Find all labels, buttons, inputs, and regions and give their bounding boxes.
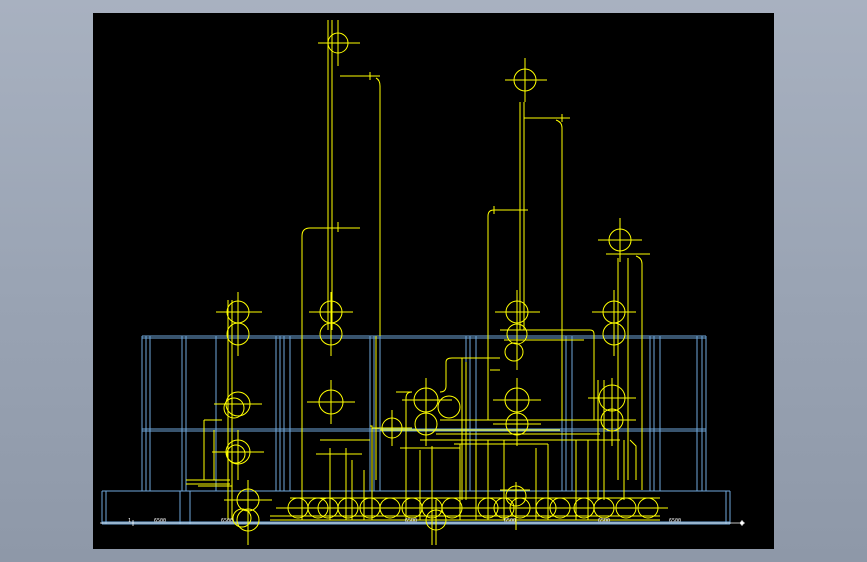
grid-label-2: 6500 [154,518,167,524]
grid-label-3: 6500 [221,518,234,524]
grid-label-6: 6500 [598,518,611,524]
piping-layout-drawing [100,20,745,545]
piping-network [186,20,668,545]
grid-label-5: 6500 [504,518,517,524]
grid-dimension-line [100,520,745,526]
cad-viewport[interactable]: 1 6500 6500 6500 6500 6500 6500 [93,13,774,549]
grid-label-4: 6500 [405,518,418,524]
grid-label-1: 1 [128,518,132,524]
grid-label-7: 6500 [669,518,682,524]
